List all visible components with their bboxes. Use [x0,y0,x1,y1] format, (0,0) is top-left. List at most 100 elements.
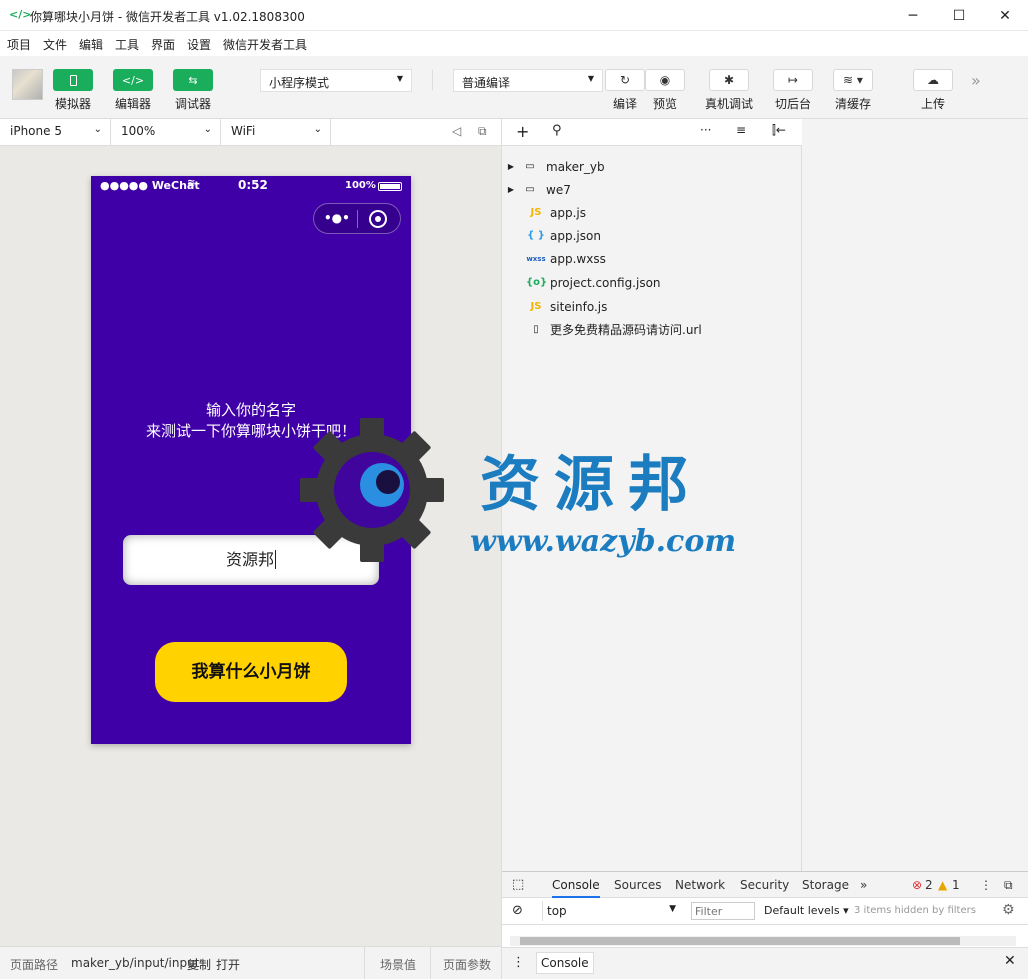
status-bar: ●●●●● WeChat ≋ 0:52 100% [91,176,411,196]
divider [357,210,358,228]
clear-console-icon[interactable]: ⊘ [512,903,523,918]
drawer-bar: ⋮ Console ✕ [502,947,1028,979]
dock-icon[interactable]: ⧉ [1004,878,1013,893]
menu-file[interactable]: 文件 [43,36,67,53]
drawer-tab-console[interactable]: Console [536,952,594,974]
more-icon[interactable]: ··· [700,123,711,137]
copy-link[interactable]: 复制 [187,956,211,973]
tree-item-url-file[interactable]: ▯ 更多免费精品源码请访问.url [502,318,802,341]
more-dots-icon[interactable]: •●• [324,211,350,225]
editor-toggle[interactable]: </> [113,69,153,91]
debugger-toggle[interactable]: ⇆ [173,69,213,91]
tree-item-siteinfo-js[interactable]: JS siteinfo.js [502,295,802,318]
menu-project[interactable]: 项目 [7,36,31,53]
toolbar: 模拟器 </> 编辑器 ⇆ 调试器 小程序模式 ▼ 普通编译 ▼ ↻ 编译 ◉ 预览… [0,56,1028,119]
simulator-toggle[interactable] [53,69,93,91]
context-select[interactable]: top ▼ [542,901,678,921]
popout-icon[interactable]: ⧉ [478,124,487,139]
warning-count: 1 [952,878,960,892]
calculate-button[interactable]: 我算什么小月饼 [155,642,347,702]
status-footer: 页面路径 maker_yb/input/input 复制 打开 场景值 页面参数 [0,946,502,979]
more-tabs-icon[interactable]: » [860,878,867,892]
network-select[interactable]: WiFi ⌄ [221,119,331,145]
window-title: 你算哪块小月饼 - 微信开发者工具 v1.02.1808300 [30,10,305,24]
preview-label: 预览 [652,97,677,111]
file-icon: ▯ [533,324,539,335]
wifi-icon: ≋ [187,178,196,189]
tree-item-app-js[interactable]: JS app.js [502,201,802,224]
volume-icon[interactable]: ◁ [452,124,461,138]
watermark-url: www.wazyb.com [470,524,737,559]
battery-percent: 100% [345,180,376,191]
console-filter-bar: ⊘ top▼ Default levels ▾ 3 items hidden b… [502,898,1028,925]
close-icon[interactable]: ✕ [1004,953,1016,969]
menu-edit[interactable]: 编辑 [79,36,103,53]
remote-debug-button[interactable]: ✱ [709,69,749,91]
remote-debug-label: 真机调试 [704,97,753,111]
device-bar: iPhone 5 ⌄ 100% ⌄ WiFi ⌄ ◁ ⧉ [0,119,502,146]
menu-wechat-devtools[interactable]: 微信开发者工具 [223,36,307,53]
clear-cache-label: 清缓存 [834,97,871,111]
chevron-down-icon: ▼ [669,904,676,914]
scene-value-button[interactable]: 场景值 [380,956,416,973]
close-button[interactable]: ✕ [982,0,1028,31]
tab-sources[interactable]: Sources [614,878,661,892]
tab-storage[interactable]: Storage [802,878,849,892]
page-path: maker_yb/input/input [71,956,200,970]
folder-icon: ▭ [525,184,535,195]
error-icon: ⊗ [912,878,923,892]
title-bar: </> 你算哪块小月饼 - 微信开发者工具 v1.02.1808300 ─ ☐ … [0,0,1028,31]
levels-select[interactable]: Default levels ▾ [764,904,849,917]
config-file-icon: {o} [526,277,548,288]
preview-button[interactable]: ◉ [645,69,685,91]
tree-item-app-wxss[interactable]: wxss app.wxss [502,247,802,270]
refresh-icon: ↻ [619,73,631,87]
inspect-icon[interactable]: ⬚ [512,877,524,892]
tab-network[interactable]: Network [675,878,725,892]
upload-label: 上传 [920,97,945,111]
open-link[interactable]: 打开 [216,956,240,973]
menu-tools[interactable]: 工具 [115,36,139,53]
clear-cache-button[interactable]: ≋ ▾ [833,69,873,91]
mode-select[interactable]: 小程序模式 ▼ [260,69,412,92]
minimize-button[interactable]: ─ [890,0,936,31]
upload-button[interactable]: ☁ [913,69,953,91]
divider [430,947,431,979]
close-miniprogram-icon[interactable] [369,210,387,228]
collapse-icon[interactable]: ⫿← [772,123,786,138]
tree-item-app-json[interactable]: { } app.json [502,224,802,247]
kebab-menu-icon[interactable]: ⋮ [980,878,992,892]
js-file-icon: JS [530,301,542,312]
tree-item-project-config[interactable]: {o} project.config.json [502,271,802,294]
page-path-label: 页面路径 [10,958,59,972]
zoom-select[interactable]: 100% ⌄ [111,119,221,145]
menu-bar: 项目 文件 编辑 工具 界面 设置 微信开发者工具 [0,31,1028,56]
chevron-down-icon: ⌄ [203,124,212,135]
kebab-menu-icon[interactable]: ⋮ [512,955,525,970]
search-icon[interactable]: ⚲ [552,123,562,138]
tab-console[interactable]: Console [552,878,600,898]
sort-icon[interactable]: ≡ [736,123,746,137]
device-select[interactable]: iPhone 5 ⌄ [0,119,111,145]
filter-input[interactable] [691,902,755,920]
gear-icon[interactable]: ⚙ [1002,902,1015,918]
tree-item-we7[interactable]: ▶ ▭ we7 [502,178,802,201]
background-button[interactable]: ↦ [773,69,813,91]
devtools-tabbar: ⬚ Console Sources Network Security Stora… [502,871,1028,898]
page-params-button[interactable]: 页面参数 [443,956,491,973]
compile-mode-select[interactable]: 普通编译 ▼ [453,69,603,92]
menu-settings[interactable]: 设置 [187,36,211,53]
chevron-down-icon: ⌄ [93,124,102,135]
avatar[interactable] [12,69,43,100]
tab-security[interactable]: Security [740,878,789,892]
maximize-button[interactable]: ☐ [936,0,982,31]
divider [364,947,365,979]
watermark: 资源邦 www.wazyb.com [290,408,750,568]
menu-view[interactable]: 界面 [151,36,175,53]
more-icon[interactable]: » [971,71,981,90]
horizontal-scrollbar[interactable] [510,936,1016,946]
chevron-down-icon: ▼ [587,74,594,83]
tree-item-maker-yb[interactable]: ▶ ▭ maker_yb [502,155,802,178]
compile-button[interactable]: ↻ [605,69,645,91]
add-icon[interactable]: + [516,122,529,141]
